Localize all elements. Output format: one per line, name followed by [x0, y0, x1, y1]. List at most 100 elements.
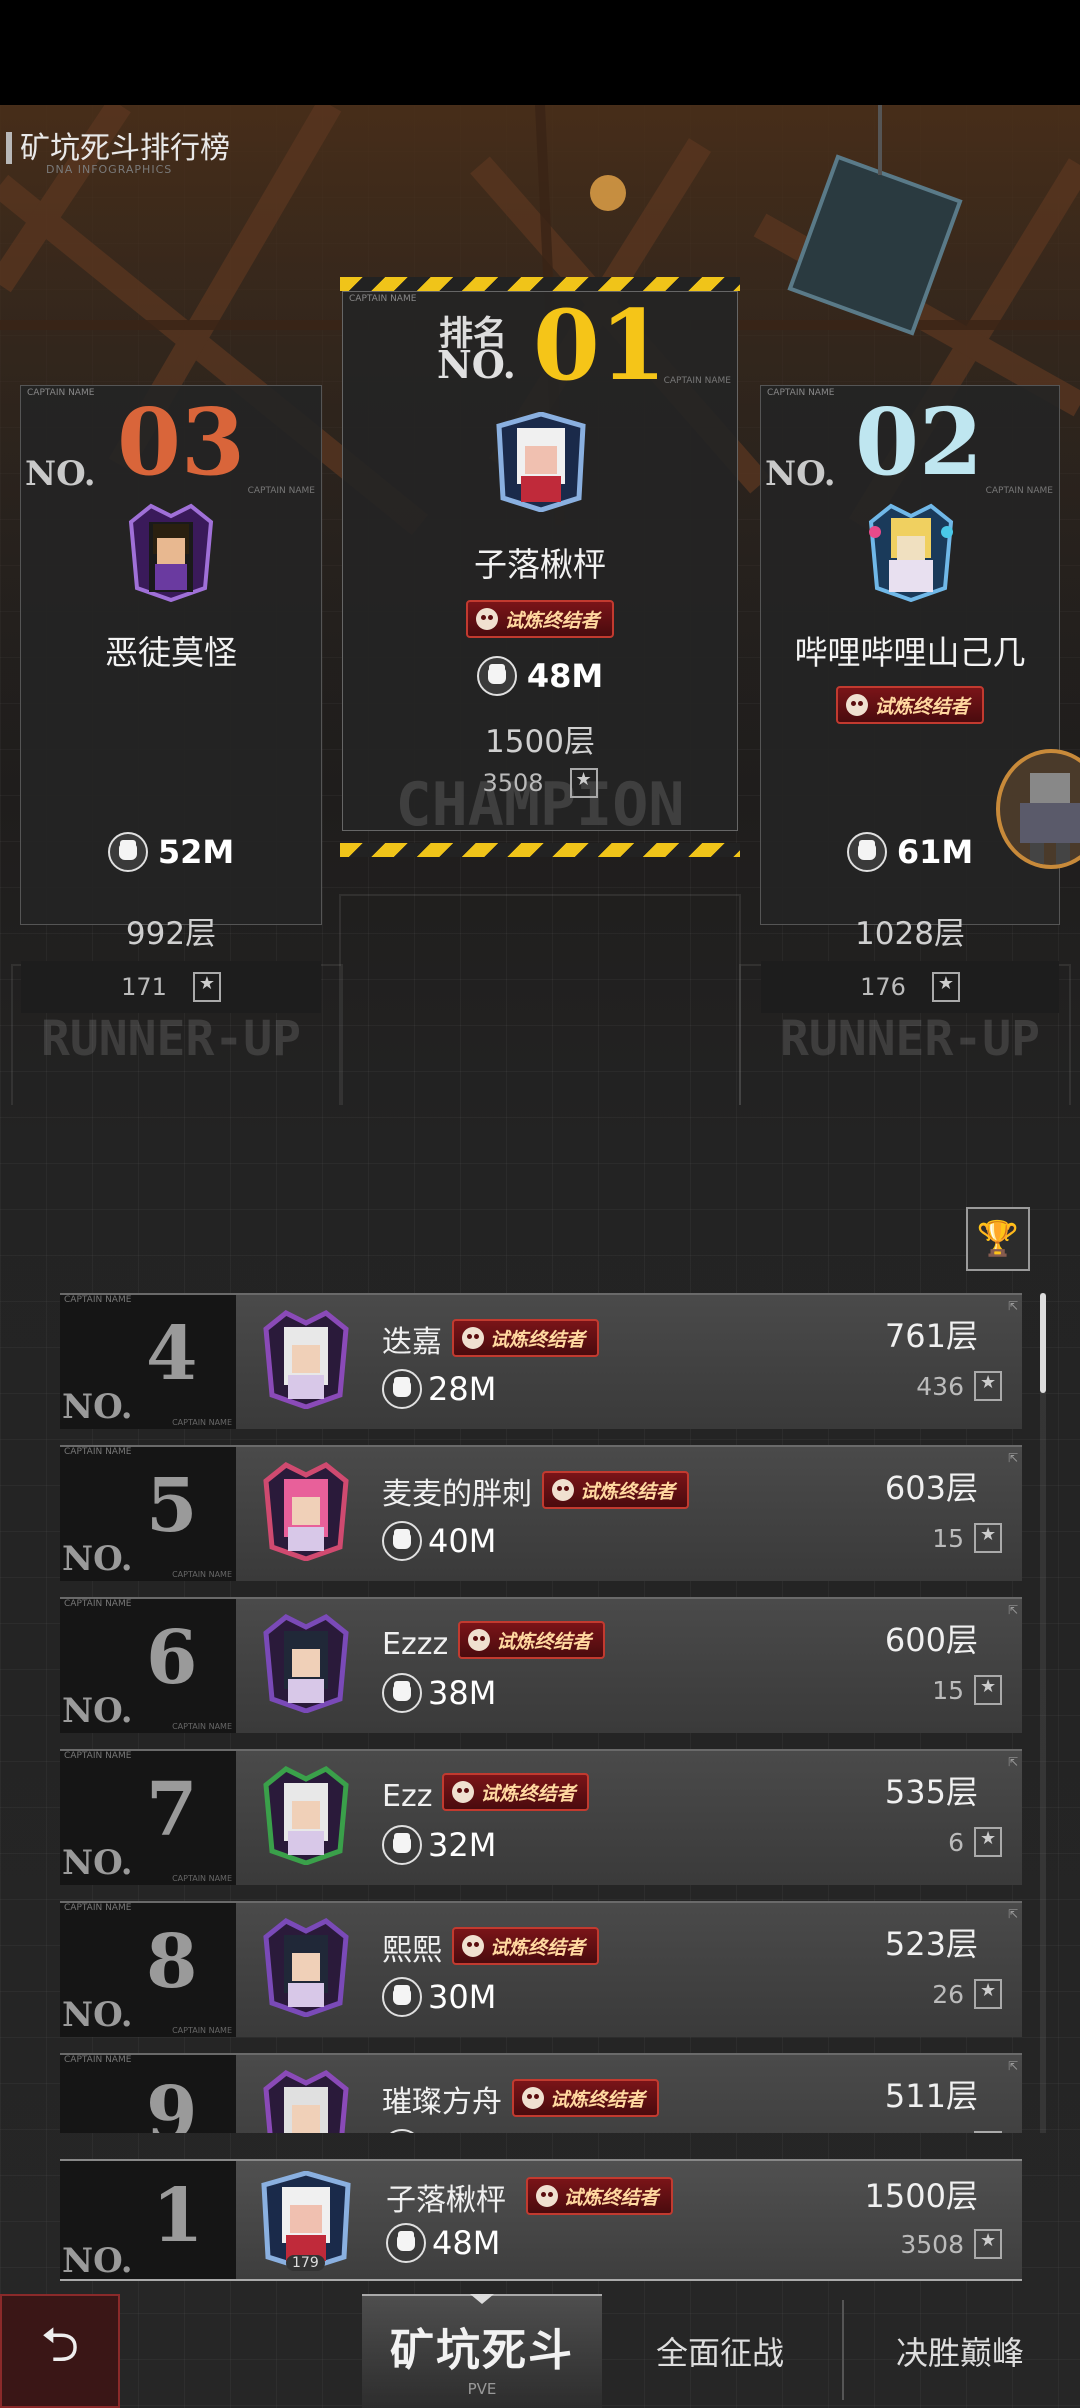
player-name: Ezz 试炼终结者 [382, 1773, 590, 1814]
rank-number: 8 [146, 1919, 198, 2005]
rank-number: 5 [146, 1463, 198, 1549]
corner-arrow-icon: ⇱ [1007, 1907, 1018, 1921]
table-row[interactable]: CAPTAIN NAME CAPTAIN NAME 8 NO. 熙熙 试炼终结者 30M 52… [60, 1901, 1022, 2037]
ranking-screen: 矿坑死斗排行榜 DNA INFOGRAPHICS CAPTAIN NAME CA… [0, 105, 1080, 2408]
player-name: 麦麦的胖刺 试炼终结者 [382, 1469, 690, 1513]
no-label: NO. [62, 1691, 133, 1731]
badge-text: 试炼终结者 [563, 2186, 659, 2209]
badge-text: 试炼终结者 [480, 1782, 576, 1805]
card-tag: CAPTAIN NAME [64, 1903, 132, 1913]
table-row[interactable]: CAPTAIN NAME CAPTAIN NAME 4 NO. 迭嘉 试炼终结者 28M 76… [60, 1293, 1022, 1429]
trophy-button[interactable]: 🏆 [966, 1207, 1030, 1271]
player-name: 子落楸枰 试炼终结者 [386, 2175, 673, 2219]
corner-arrow-icon: ⇱ [1007, 1603, 1018, 1617]
skull-icon [468, 1629, 491, 1651]
fist-icon [382, 2129, 422, 2133]
flag-star-icon [974, 1371, 1002, 1401]
corner-arrow-icon: ⇱ [1007, 1451, 1018, 1465]
my-rank-row[interactable]: 1 NO. 179 子落楸枰 试炼终结者 48M 1500层 3508 [60, 2159, 1022, 2281]
back-arrow-icon: ⮌ [40, 2316, 80, 2373]
page-title: 矿坑死斗排行榜 [6, 123, 230, 167]
player-name-text: 璀璨方舟 [382, 2085, 502, 2120]
player-name-text: Ezzz [382, 1627, 449, 1662]
table-row[interactable]: CAPTAIN NAME CAPTAIN NAME 7 NO. Ezz 试炼终结者 32M 5… [60, 1749, 1022, 1885]
skull-icon [462, 1935, 484, 1957]
flag-star-icon [974, 1523, 1002, 1553]
no-label: NO. [765, 454, 836, 494]
ghost-label: RUNNER-UP [779, 1011, 1041, 1067]
scrollbar-thumb[interactable] [1040, 1293, 1046, 1393]
title-badge: 试炼终结者 [836, 686, 984, 724]
player-name: Ezzz 试炼终结者 [382, 1621, 606, 1662]
power-value: 30M [428, 1978, 497, 2016]
stat: 15 [932, 1675, 1002, 1705]
tab-sublabel: PVE [467, 2380, 497, 2398]
player-name-text: 熙熙 [382, 1933, 442, 1968]
avatar [128, 503, 214, 602]
stat-value: 436 [916, 1371, 964, 1401]
rank-number: 4 [146, 1311, 198, 1397]
corner-arrow-icon: ⇱ [1007, 1755, 1018, 1769]
fist-icon [382, 1369, 422, 1409]
stat: 26 [932, 1979, 1002, 2009]
floor-value: 761层 [884, 1317, 978, 1355]
tab-pit-fight[interactable]: 矿坑死斗 PVE [362, 2294, 602, 2408]
hazard-stripe-bottom [340, 843, 740, 857]
ranking-list[interactable]: CAPTAIN NAME CAPTAIN NAME 4 NO. 迭嘉 试炼终结者 28M 76… [60, 1293, 1022, 2133]
power-value: 48M [526, 657, 604, 695]
podium-card-third[interactable]: CAPTAIN NAME CAPTAIN NAME NO. 03 恶徒莫怪 52… [20, 385, 322, 1067]
fist-icon [107, 832, 148, 872]
robot-avatar [1020, 773, 1080, 865]
podium-card-first[interactable]: CAPTAIN NAME CAPTAIN NAME 排名 NO. 01 子落楸枰… [342, 291, 738, 840]
player-name-text: 子落楸枰 [386, 2183, 506, 2218]
tab-full-campaign[interactable]: 全面征战 [610, 2294, 830, 2408]
power-value: 52M [157, 833, 235, 871]
title-badge: 试炼终结者 [525, 2177, 673, 2215]
card-tag: CAPTAIN NAME [27, 388, 95, 398]
fist-icon [386, 2223, 426, 2263]
stat-value: 15 [932, 1675, 964, 1705]
title-badge: 试炼终结者 [452, 1319, 600, 1357]
active-tab-indicator [470, 2294, 494, 2304]
stat: 6 [948, 1827, 1002, 1857]
avatar [496, 412, 586, 512]
flag-star-icon [974, 1675, 1002, 1705]
no-label: NO. [62, 2241, 133, 2281]
player-name: 熙熙 试炼终结者 [382, 1925, 600, 1969]
flag-star-icon [931, 972, 960, 1002]
card-tag-small: CAPTAIN NAME [172, 2026, 232, 2035]
avatar [263, 1614, 349, 1713]
avatar [263, 1462, 349, 1561]
rank-number: 02 [855, 388, 984, 496]
avatar [263, 1310, 349, 1409]
rank-block: CAPTAIN NAME CAPTAIN NAME 7 NO. [60, 1751, 236, 1885]
avatar [263, 1766, 349, 1865]
table-row[interactable]: CAPTAIN NAME CAPTAIN NAME 5 NO. 麦麦的胖刺 试炼终结者 40… [60, 1445, 1022, 1581]
floor-value: 1500层 [864, 2177, 978, 2215]
card-tag-small: CAPTAIN NAME [172, 1418, 232, 1427]
player-name-text: 麦麦的胖刺 [382, 1477, 532, 1512]
no-label: NO. [62, 1843, 133, 1883]
no-label: NO. [62, 1539, 133, 1579]
scrollbar[interactable] [1040, 1293, 1046, 2133]
tab-decisive-peak[interactable]: 决胜巅峰 [850, 2294, 1070, 2408]
table-row[interactable]: CAPTAIN NAMECAPTAIN NAME9NO.璀璨方舟试炼终结者511… [60, 2053, 1022, 2133]
title-badge-wrap: 试炼终结者 [761, 686, 1059, 724]
flag-star-icon [974, 2229, 1002, 2259]
power-row: 32M [382, 1825, 496, 1865]
stat: 15 [932, 1523, 1002, 1553]
power-row: 28M [382, 1369, 496, 1409]
back-button[interactable]: ⮌ [0, 2294, 120, 2408]
title-badge: 试炼终结者 [512, 2079, 660, 2117]
card-tag-small: CAPTAIN NAME [172, 1874, 232, 1883]
floor-value: 603层 [884, 1469, 978, 1507]
player-name-text: 迭嘉 [382, 1325, 442, 1360]
card-tag-small: CAPTAIN NAME [172, 1722, 232, 1731]
title-badge: 试炼终结者 [466, 600, 614, 638]
stat-value: 3508 [900, 2229, 964, 2259]
table-row[interactable]: CAPTAIN NAME CAPTAIN NAME 6 NO. Ezzz 试炼终结者 38M… [60, 1597, 1022, 1733]
skull-icon [476, 608, 499, 630]
power-value: 40M [428, 1522, 497, 1560]
skull-icon [452, 1781, 475, 1803]
ghost-label: RUNNER-UP [40, 1011, 302, 1067]
